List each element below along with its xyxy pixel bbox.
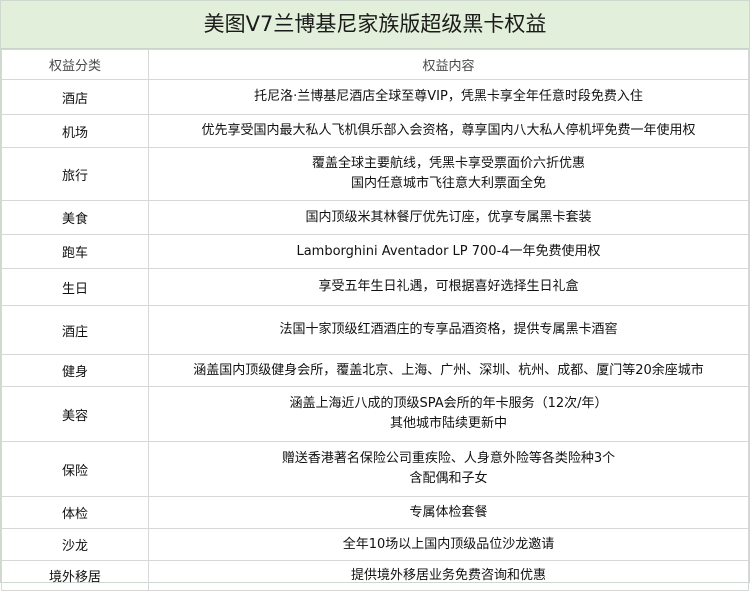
row-content: 托尼洛·兰博基尼酒店全球至尊VIP，凭黑卡享全年任意时段免费入住 xyxy=(148,79,749,115)
table-row: 旅行 覆盖全球主要航线，凭黑卡享受票面价六折优惠 国内任意城市飞往意大利票面全免 xyxy=(1,147,749,201)
row-content: 赠送香港著名保险公司重疾险、人身意外险等各类险种3个 含配偶和子女 xyxy=(148,441,749,497)
table-row: 美食 国内顶级米其林餐厅优先订座，优享专属黑卡套装 xyxy=(1,200,749,235)
table-row: 境外移居 提供境外移居业务免费咨询和优惠 xyxy=(1,560,749,591)
table-row: 跑车 Lamborghini Aventador LP 700-4一年免费使用权 xyxy=(1,234,749,269)
content-line: 享受五年生日礼遇，可根据喜好选择生日礼盒 xyxy=(318,279,579,294)
row-category: 酒庄 xyxy=(1,305,149,355)
row-content: 涵盖国内顶级健身会所，覆盖北京、上海、广州、深圳、杭州、成都、厦门等20余座城市 xyxy=(148,354,749,387)
row-content: 国内顶级米其林餐厅优先订座，优享专属黑卡套装 xyxy=(148,200,749,235)
row-content: 涵盖上海近八成的顶级SPA会所的年卡服务（12次/年） 其他城市陆续更新中 xyxy=(148,386,749,442)
row-content: 法国十家顶级红酒酒庄的专享品酒资格，提供专属黑卡酒窖 xyxy=(148,305,749,355)
table-row: 体检 专属体检套餐 xyxy=(1,496,749,529)
table-row: 健身 涵盖国内顶级健身会所，覆盖北京、上海、广州、深圳、杭州、成都、厦门等20余… xyxy=(1,354,749,387)
content-line: 涵盖国内顶级健身会所，覆盖北京、上海、广州、深圳、杭州、成都、厦门等20余座城市 xyxy=(193,362,704,378)
row-content: 全年10场以上国内顶级品位沙龙邀请 xyxy=(148,528,749,561)
content-line: 国内任意城市飞往意大利票面全免 xyxy=(350,176,546,191)
content-line: 含配偶和子女 xyxy=(409,471,488,486)
row-category: 机场 xyxy=(1,114,149,148)
table-row: 酒庄 法国十家顶级红酒酒庄的专享品酒资格，提供专属黑卡酒窖 xyxy=(1,305,749,355)
row-category: 沙龙 xyxy=(1,528,149,561)
content-line: 全年10场以上国内顶级品位沙龙邀请 xyxy=(342,536,555,552)
column-header-category: 权益分类 xyxy=(1,49,149,80)
table-header-row: 权益分类 权益内容 xyxy=(1,49,749,80)
row-category: 旅行 xyxy=(1,147,149,201)
content-line: 托尼洛·兰博基尼酒店全球至尊VIP，凭黑卡享全年任意时段免费入住 xyxy=(254,89,643,104)
content-line: 涵盖上海近八成的顶级SPA会所的年卡服务（12次/年） xyxy=(289,396,608,411)
table-row: 沙龙 全年10场以上国内顶级品位沙龙邀请 xyxy=(1,528,749,561)
content-line: 国内顶级米其林餐厅优先订座，优享专属黑卡套装 xyxy=(305,209,592,225)
row-category: 境外移居 xyxy=(1,560,149,591)
row-category: 美食 xyxy=(1,200,149,235)
table-row: 保险 赠送香港著名保险公司重疾险、人身意外险等各类险种3个 含配偶和子女 xyxy=(1,441,749,497)
row-category: 保险 xyxy=(1,441,149,497)
row-content: 覆盖全球主要航线，凭黑卡享受票面价六折优惠 国内任意城市飞往意大利票面全免 xyxy=(148,147,749,201)
benefits-table: 权益分类 权益内容 酒店 托尼洛·兰博基尼酒店全球至尊VIP，凭黑卡享全年任意时… xyxy=(1,49,749,591)
content-line: 其他城市陆续更新中 xyxy=(389,416,507,431)
row-category: 美容 xyxy=(1,386,149,442)
benefits-sheet: 美图V7兰博基尼家族版超级黑卡权益 权益分类 权益内容 酒店 托尼洛·兰博基尼酒… xyxy=(0,0,750,591)
content-line: 覆盖全球主要航线，凭黑卡享受票面价六折优惠 xyxy=(311,156,585,171)
row-category: 体检 xyxy=(1,496,149,529)
table-row: 美容 涵盖上海近八成的顶级SPA会所的年卡服务（12次/年） 其他城市陆续更新中 xyxy=(1,386,749,442)
content-line: 专属体检套餐 xyxy=(409,504,488,520)
table-row: 酒店 托尼洛·兰博基尼酒店全球至尊VIP，凭黑卡享全年任意时段免费入住 xyxy=(1,79,749,115)
content-line: 赠送香港著名保险公司重疾险、人身意外险等各类险种3个 xyxy=(281,451,616,466)
row-content: 专属体检套餐 xyxy=(148,496,749,529)
content-line: 法国十家顶级红酒酒庄的专享品酒资格，提供专属黑卡酒窖 xyxy=(279,322,618,337)
row-content: Lamborghini Aventador LP 700-4一年免费使用权 xyxy=(148,234,749,269)
row-content: 优先享受国内最大私人飞机俱乐部入会资格，尊享国内八大私人停机坪免费一年使用权 xyxy=(148,114,749,148)
row-category: 酒店 xyxy=(1,79,149,115)
row-content: 提供境外移居业务免费咨询和优惠 xyxy=(148,560,749,591)
content-line: Lamborghini Aventador LP 700-4一年免费使用权 xyxy=(296,243,601,259)
content-line: 优先享受国内最大私人飞机俱乐部入会资格，尊享国内八大私人停机坪免费一年使用权 xyxy=(201,123,696,138)
table-row: 机场 优先享受国内最大私人飞机俱乐部入会资格，尊享国内八大私人停机坪免费一年使用… xyxy=(1,114,749,148)
row-category: 生日 xyxy=(1,268,149,306)
table-row: 生日 享受五年生日礼遇，可根据喜好选择生日礼盒 xyxy=(1,268,749,306)
row-category: 健身 xyxy=(1,354,149,387)
row-category: 跑车 xyxy=(1,234,149,269)
page-title: 美图V7兰博基尼家族版超级黑卡权益 xyxy=(1,1,749,49)
row-content: 享受五年生日礼遇，可根据喜好选择生日礼盒 xyxy=(148,268,749,306)
column-header-content: 权益内容 xyxy=(148,49,749,80)
